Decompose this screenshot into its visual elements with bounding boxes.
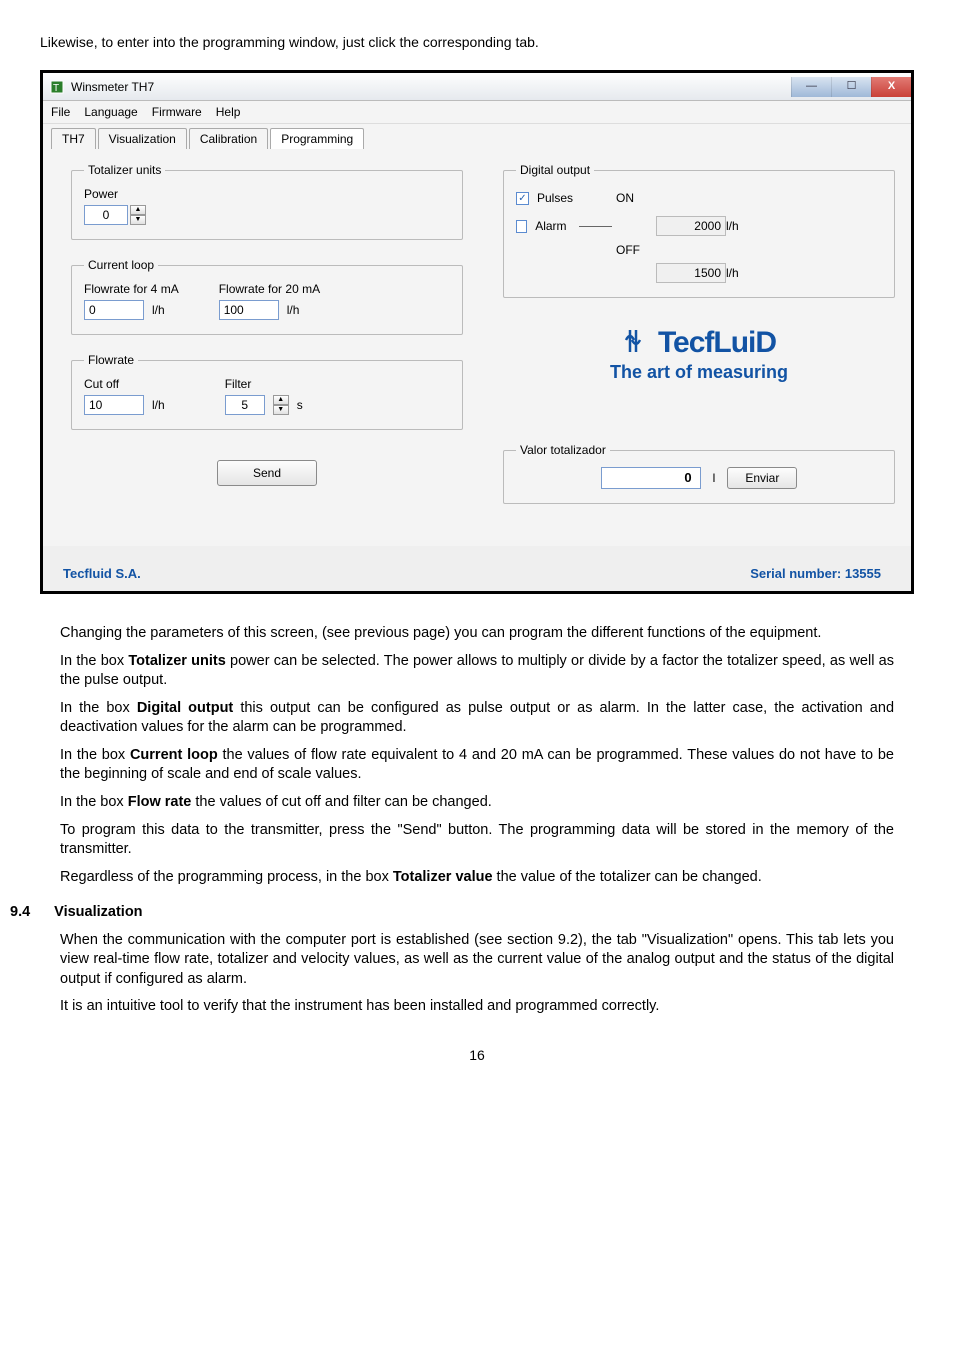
filter-unit: s <box>297 398 303 412</box>
current-loop-group: Current loop Flowrate for 4 mA 0 l/h Flo… <box>71 258 463 335</box>
alarm-label: Alarm <box>535 219 566 233</box>
serial-number: Serial number: 13555 <box>750 566 881 581</box>
power-label: Power <box>84 187 450 201</box>
company-name: Tecfluid S.A. <box>63 566 141 581</box>
titlebar: T Winsmeter TH7 — ☐ X <box>43 73 911 101</box>
doc-p1: Changing the parameters of this screen, … <box>60 624 894 644</box>
digital-output-group: Digital output ✓ Pulses ON Alarm 2000 <box>503 163 895 298</box>
spinner-up-icon[interactable]: ▲ <box>273 395 289 405</box>
digital-output-legend: Digital output <box>516 163 594 177</box>
flowrate-group: Flowrate Cut off 10 l/h Filter 5 <box>71 353 463 430</box>
alarm-checkbox[interactable] <box>516 220 527 233</box>
off-value: 1500 <box>656 263 726 283</box>
spinner-down-icon[interactable]: ▼ <box>130 215 146 225</box>
fr4-input[interactable]: 0 <box>84 300 144 320</box>
minimize-button[interactable]: — <box>791 77 831 97</box>
tab-programming[interactable]: Programming <box>270 128 364 149</box>
svg-text:T: T <box>53 83 59 94</box>
totalizer-units-group: Totalizer units Power 0 ▲ ▼ <box>71 163 463 240</box>
cutoff-input[interactable]: 10 <box>84 395 144 415</box>
tab-visualization[interactable]: Visualization <box>98 128 187 149</box>
tab-calibration[interactable]: Calibration <box>189 128 268 149</box>
menu-file[interactable]: File <box>51 105 70 119</box>
page-number: 16 <box>40 1047 914 1063</box>
fr20-label: Flowrate for 20 mA <box>219 282 320 296</box>
on-label: ON <box>616 191 656 205</box>
brand-logo: TecfLuiD <box>503 326 895 360</box>
valor-totalizador-group: Valor totalizador 0 l Enviar <box>503 443 895 504</box>
enviar-button[interactable]: Enviar <box>727 467 797 489</box>
cutoff-unit: l/h <box>152 398 165 412</box>
document-body: Changing the parameters of this screen, … <box>40 624 914 1017</box>
fr20-input[interactable]: 100 <box>219 300 279 320</box>
fr20-unit: l/h <box>287 303 300 317</box>
menubar: File Language Firmware Help <box>43 101 911 124</box>
intro-text: Likewise, to enter into the programming … <box>40 34 914 50</box>
valor-unit: l <box>713 471 716 485</box>
cutoff-label: Cut off <box>84 377 165 391</box>
fr4-label: Flowrate for 4 mA <box>84 282 179 296</box>
maximize-button[interactable]: ☐ <box>831 77 871 97</box>
off-label: OFF <box>616 243 656 257</box>
current-loop-legend: Current loop <box>84 258 158 272</box>
close-button[interactable]: X <box>871 77 911 97</box>
valor-input[interactable]: 0 <box>601 467 701 489</box>
menu-firmware[interactable]: Firmware <box>152 105 202 119</box>
menu-language[interactable]: Language <box>84 105 137 119</box>
spinner-down-icon[interactable]: ▼ <box>273 405 289 415</box>
doc-p3: In the box Digital output this output ca… <box>60 699 894 738</box>
doc-p9: It is an intuitive tool to verify that t… <box>60 997 894 1017</box>
app-window: T Winsmeter TH7 — ☐ X File Language Firm… <box>40 70 914 594</box>
doc-p7: Regardless of the programming process, i… <box>60 868 894 888</box>
window-title: Winsmeter TH7 <box>71 80 791 94</box>
on-unit: l/h <box>726 219 756 233</box>
filter-input[interactable]: 5 <box>225 395 265 415</box>
app-icon: T <box>49 79 65 95</box>
fr4-unit: l/h <box>152 303 165 317</box>
valor-legend: Valor totalizador <box>516 443 610 457</box>
brand-area: TecfLuiD The art of measuring <box>503 326 895 383</box>
flowrate-legend: Flowrate <box>84 353 138 367</box>
section-heading: 9.4 Visualization <box>10 903 894 923</box>
doc-p2: In the box Totalizer units power can be … <box>60 652 894 691</box>
connector-line-icon <box>579 226 612 227</box>
doc-p6: To program this data to the transmitter,… <box>60 821 894 860</box>
pulses-label: Pulses <box>537 191 573 205</box>
filter-spinner[interactable]: ▲ ▼ <box>273 395 289 415</box>
doc-p8: When the communication with the computer… <box>60 931 894 990</box>
on-value: 2000 <box>656 216 726 236</box>
tabbar: TH7 Visualization Calibration Programmin… <box>43 124 911 149</box>
menu-help[interactable]: Help <box>216 105 241 119</box>
section-title: Visualization <box>54 903 142 923</box>
doc-p4: In the box Current loop the values of fl… <box>60 746 894 785</box>
filter-label: Filter <box>225 377 303 391</box>
spinner-up-icon[interactable]: ▲ <box>130 205 146 215</box>
doc-p5: In the box Flow rate the values of cut o… <box>60 793 894 813</box>
window-controls: — ☐ X <box>791 77 911 97</box>
power-input[interactable]: 0 <box>84 205 128 225</box>
totalizer-units-legend: Totalizer units <box>84 163 165 177</box>
power-spinner[interactable]: ▲ ▼ <box>130 205 146 225</box>
section-number: 9.4 <box>10 903 30 923</box>
brand-tagline: The art of measuring <box>503 362 895 383</box>
pulses-checkbox[interactable]: ✓ <box>516 192 529 205</box>
tab-th7[interactable]: TH7 <box>51 128 96 149</box>
off-unit: l/h <box>726 266 756 280</box>
window-body: Totalizer units Power 0 ▲ ▼ Current loop… <box>43 149 911 546</box>
send-button[interactable]: Send <box>217 460 317 486</box>
window-footer: Tecfluid S.A. Serial number: 13555 <box>43 546 911 591</box>
